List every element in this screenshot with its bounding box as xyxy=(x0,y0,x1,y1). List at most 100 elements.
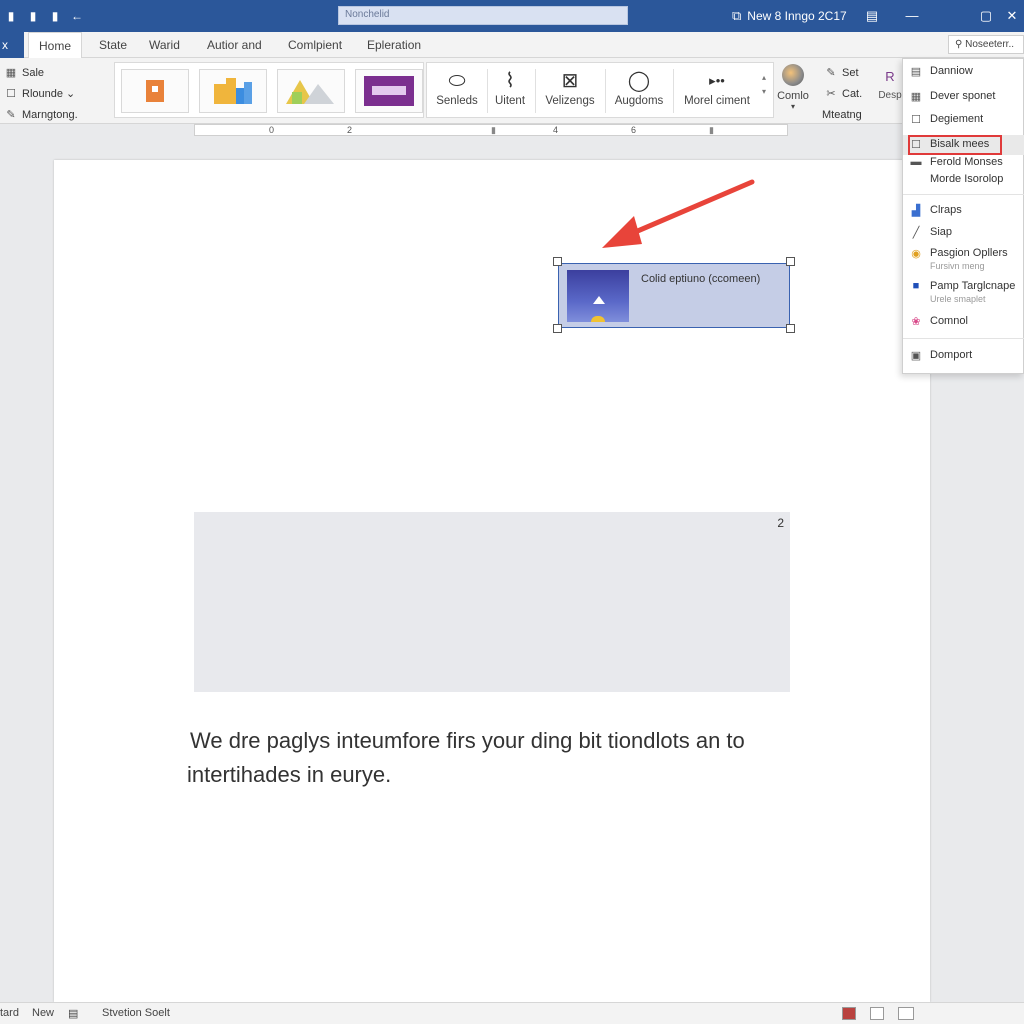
senleds-button[interactable]: ⬭ Senleds xyxy=(429,67,485,115)
table-icon: ▬ xyxy=(910,156,922,168)
selected-image[interactable]: Colid eptiuno (ccomeen) xyxy=(558,263,790,328)
ruler-margin-marker[interactable]: ▮ xyxy=(709,125,714,135)
menu-item-bisalk-mees[interactable]: ☐ Bisalk mees xyxy=(903,135,1024,155)
combo-button[interactable]: Comlo ▾ xyxy=(776,64,810,111)
tab-home[interactable]: Home xyxy=(28,32,83,59)
title-bar: ▮ ▮ ▮ ← Nonchelid ⧉ New 8 Inngo 2C17 ▤ —… xyxy=(0,0,1024,32)
image-thumbnail xyxy=(567,270,629,322)
bookmark-icon[interactable]: ▮ xyxy=(44,9,66,23)
resize-handle-bottom-left[interactable] xyxy=(553,324,562,333)
menu-item-label: Domport xyxy=(930,349,973,361)
maximize-button[interactable]: ▢ xyxy=(974,6,998,26)
edit-icon: ✎ xyxy=(826,67,836,79)
gallery-item-banner[interactable] xyxy=(355,69,423,113)
horizontal-ruler[interactable]: 0 2 ▮ 4 6 ▮ xyxy=(194,124,788,136)
web-layout-icon[interactable] xyxy=(898,1007,914,1020)
tab-file[interactable]: x xyxy=(0,32,24,58)
chrome-icon: ◉ xyxy=(911,248,921,260)
gallery-item-buildings[interactable] xyxy=(199,69,267,113)
morel-ciment-button[interactable]: ▸•• Morel ciment xyxy=(675,67,759,115)
status-page-info[interactable]: tard xyxy=(0,1007,19,1019)
scissors-icon: ✂ xyxy=(826,88,836,100)
ruler-tick: 6 xyxy=(631,125,637,135)
image-caption: Colid eptiuno (ccomeen) xyxy=(641,273,761,285)
velizengs-button[interactable]: ⊠ Velizengs xyxy=(537,67,603,115)
tab-warid[interactable]: Warid xyxy=(139,32,190,58)
checkbox-icon: ☐ xyxy=(6,88,16,100)
gallery-item-mountains[interactable] xyxy=(277,69,345,113)
marngtong-button[interactable]: ✎ Marngtong. xyxy=(0,104,108,125)
menu-item-pamp-targlcnape[interactable]: ■ Pamp Targlcnape Urele smaplet xyxy=(903,280,1024,310)
editing-group-label: Mteatng xyxy=(822,108,862,121)
document-title: ⧉ New 8 Inngo 2C17 xyxy=(732,8,847,24)
sale-button[interactable]: ▦ Sale xyxy=(0,62,108,83)
puzzle-icon xyxy=(146,80,164,102)
gallery-scroll-arrows[interactable]: ▴ ▾ xyxy=(759,71,769,99)
close-button[interactable]: ✕ xyxy=(1000,6,1024,26)
morel-ciment-label: Morel ciment xyxy=(684,95,750,107)
cat-label: Cat. xyxy=(842,87,863,100)
tab-comlpient[interactable]: Comlpient xyxy=(278,32,352,58)
status-section[interactable]: Stvetion Soelt xyxy=(102,1007,170,1019)
status-new[interactable]: New xyxy=(32,1007,54,1019)
ribbon: ▦ Sale ☐ Rlounde ⌄ ✎ Marngtong. ⬭ Senleds ⌇ U… xyxy=(0,58,1024,124)
print-layout-icon[interactable] xyxy=(870,1007,884,1020)
augdoms-button[interactable]: ◯ Augdoms xyxy=(607,67,671,115)
senleds-label: Senleds xyxy=(436,95,478,107)
menu-item-label: Comnol xyxy=(930,315,968,327)
menu-item-label: Dever sponet xyxy=(930,90,996,102)
app-icon[interactable]: ▮ xyxy=(0,9,22,23)
ribbon-display-icon[interactable]: ▤ xyxy=(860,6,884,26)
dots-icon: ▸•• xyxy=(709,73,725,88)
picture-icon: ▣ xyxy=(910,350,922,362)
tab-autior-and[interactable]: Autior and xyxy=(197,32,272,58)
resize-handle-top-right[interactable] xyxy=(786,257,795,266)
tab-epleration[interactable]: Epleration xyxy=(357,32,431,58)
undo-icon[interactable]: ← xyxy=(66,9,88,23)
sphere-icon xyxy=(782,64,804,86)
ruler-tick: 2 xyxy=(347,125,353,135)
brush-icon: ✎ xyxy=(6,109,16,121)
tools-group: ⬭ Senleds ⌇ Uitent ⊠ Velizengs ◯ Augdoms ▸••… xyxy=(426,62,774,118)
tool-divider xyxy=(605,69,606,113)
resize-handle-top-left[interactable] xyxy=(553,257,562,266)
checkbox-icon: ☐ xyxy=(911,114,921,126)
banner-icon xyxy=(364,76,414,106)
minimize-button[interactable]: — xyxy=(900,6,924,26)
status-bar: tard New ▤ Stvetion Soelt xyxy=(0,1002,1024,1024)
body-line-2: intertihades in eurye. xyxy=(187,762,392,787)
content-placeholder[interactable]: 2 xyxy=(194,512,790,692)
menu-item-sublabel: Urele smaplet xyxy=(930,294,986,304)
marngtong-label: Marngtong. xyxy=(22,108,78,121)
uitent-button[interactable]: ⌇ Uitent xyxy=(487,67,533,115)
read-mode-icon[interactable] xyxy=(842,1007,856,1020)
title-search-box[interactable]: Nonchelid xyxy=(338,6,628,25)
ruler-indent-marker[interactable]: ▮ xyxy=(491,125,496,135)
rlounde-label: Rlounde ⌄ xyxy=(22,88,76,100)
menu-item-label: Danniow xyxy=(930,65,973,77)
pen-icon: ⌇ xyxy=(505,70,515,92)
design-button[interactable]: R Desp xyxy=(876,64,904,101)
combo-label: Comlo xyxy=(777,90,809,102)
status-layout-icon[interactable]: ▤ xyxy=(68,1007,78,1020)
save-icon[interactable]: ▮ xyxy=(22,9,44,23)
table-icon: ▦ xyxy=(5,67,17,79)
buildings-icon xyxy=(214,78,252,104)
tool-divider xyxy=(673,69,674,113)
share-button[interactable]: ⚲ Noseeterr.. xyxy=(948,35,1024,54)
chart-icon: ▟ xyxy=(911,205,921,217)
rlounde-button[interactable]: ☐ Rlounde ⌄ xyxy=(0,83,108,104)
blue-square-icon: ■ xyxy=(912,280,920,292)
line-icon: ╱ xyxy=(912,227,920,239)
resize-handle-bottom-right[interactable] xyxy=(786,324,795,333)
set-button[interactable]: ✎ Set xyxy=(820,62,880,83)
body-paragraph[interactable]: We dre paglys inteumfore firs your ding … xyxy=(187,724,807,792)
tab-state[interactable]: State xyxy=(89,32,137,58)
menu-item-pasgion-opllers[interactable]: ◉ Pasgion Opllers Fursivn meng xyxy=(903,247,1024,277)
menu-item-label: Siap xyxy=(930,226,953,238)
menu-item-label: Morde Isorolop xyxy=(930,173,1004,185)
cat-button[interactable]: ✂ Cat. xyxy=(820,83,880,104)
ruler-tick: 4 xyxy=(553,125,559,135)
editing-group: ✎ Set ✂ Cat. Mteatng xyxy=(820,62,880,125)
gallery-item-puzzle[interactable] xyxy=(121,69,189,113)
